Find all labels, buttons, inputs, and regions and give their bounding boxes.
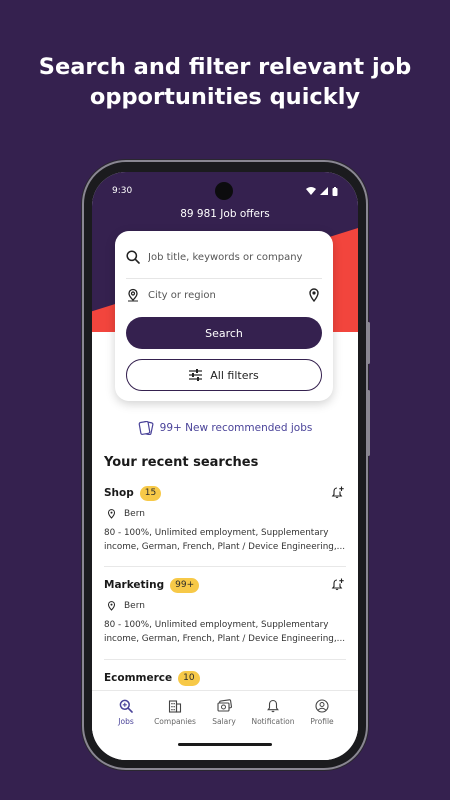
item-divider	[104, 566, 346, 567]
phone-side-button	[367, 322, 370, 364]
search-icon	[126, 250, 140, 264]
status-time: 9:30	[112, 186, 133, 196]
headline-line-2: opportunities quickly	[89, 84, 361, 110]
recent-search-title: Shop	[104, 487, 134, 499]
front-camera	[215, 182, 233, 200]
search-button[interactable]: Search	[126, 317, 322, 349]
keywords-input[interactable]	[148, 251, 321, 263]
marketing-headline: Search and filter relevant job opportuni…	[0, 52, 450, 112]
nav-label: Companies	[154, 717, 196, 726]
phone-screen: 9:30 89 981 Job offers Job title, keywor…	[92, 172, 358, 760]
nav-salary[interactable]: Salary	[200, 699, 248, 726]
recent-search-location: Bern	[107, 508, 344, 520]
recent-search-location: Bern	[107, 600, 344, 612]
search-icon	[119, 699, 133, 713]
search-card: Search All filters	[115, 231, 333, 401]
recommended-jobs-label: 99+ New recommended jobs	[159, 422, 313, 434]
new-jobs-badge: 15	[139, 485, 162, 501]
all-filters-button[interactable]: All filters	[126, 359, 322, 391]
profile-icon	[315, 699, 329, 713]
location-text: Bern	[124, 509, 145, 519]
nav-label: Profile	[310, 717, 334, 726]
recent-search-item[interactable]: Marketing 99+ Bern 80 - 100%, Unlimited …	[104, 577, 346, 646]
recent-search-criteria: 80 - 100%, Unlimited employment, Supplem…	[104, 528, 346, 552]
recent-search-criteria: 80 - 100%, Unlimited employment, Supplem…	[104, 620, 346, 644]
recent-search-item[interactable]: Ecommerce 10	[104, 670, 344, 686]
keywords-field[interactable]	[126, 246, 321, 268]
nav-notification[interactable]: Notification	[249, 699, 297, 726]
all-filters-label: All filters	[210, 368, 259, 382]
money-icon	[216, 699, 232, 712]
add-alert-bell-icon[interactable]	[331, 486, 344, 499]
phone-side-button	[367, 390, 370, 456]
recent-searches-title: Your recent searches	[104, 455, 259, 470]
recommended-jobs-link[interactable]: 99+ New recommended jobs	[92, 421, 358, 435]
filter-sliders-icon	[189, 369, 203, 381]
recent-search-item[interactable]: Shop 15 Bern 80 - 100%, Unlimited employ…	[104, 485, 346, 554]
bottom-navigation: Jobs Companies Salary Notification Profi…	[92, 690, 358, 760]
location-text: Bern	[124, 601, 145, 611]
current-location-icon[interactable]	[307, 288, 321, 302]
nav-label: Salary	[212, 717, 236, 726]
nav-jobs[interactable]: Jobs	[102, 699, 150, 726]
new-jobs-badge: 99+	[170, 577, 200, 593]
headline-line-1: Search and filter relevant job	[38, 54, 412, 80]
location-pin-icon	[107, 509, 116, 519]
location-pin-icon	[107, 601, 116, 611]
nav-companies[interactable]: Companies	[151, 699, 199, 726]
nav-label: Notification	[251, 717, 295, 726]
recent-search-title: Ecommerce	[104, 672, 173, 684]
location-input[interactable]	[148, 289, 299, 301]
home-indicator[interactable]	[178, 743, 272, 746]
item-divider	[104, 659, 346, 660]
job-offers-count: 89 981 Job offers	[180, 208, 270, 220]
add-alert-bell-icon[interactable]	[331, 578, 344, 591]
new-jobs-badge: 10	[178, 670, 200, 686]
nav-label: Jobs	[118, 717, 134, 726]
battery-icon	[332, 186, 338, 196]
field-divider	[126, 278, 322, 279]
signal-icon	[320, 187, 328, 195]
recent-search-title: Marketing	[104, 579, 165, 591]
bell-icon	[267, 699, 279, 713]
job-cards-icon	[138, 421, 154, 435]
wifi-icon	[306, 187, 316, 195]
location-field[interactable]	[126, 284, 321, 306]
building-icon	[168, 700, 182, 713]
nav-profile[interactable]: Profile	[298, 699, 346, 726]
location-pin-icon	[128, 288, 138, 302]
